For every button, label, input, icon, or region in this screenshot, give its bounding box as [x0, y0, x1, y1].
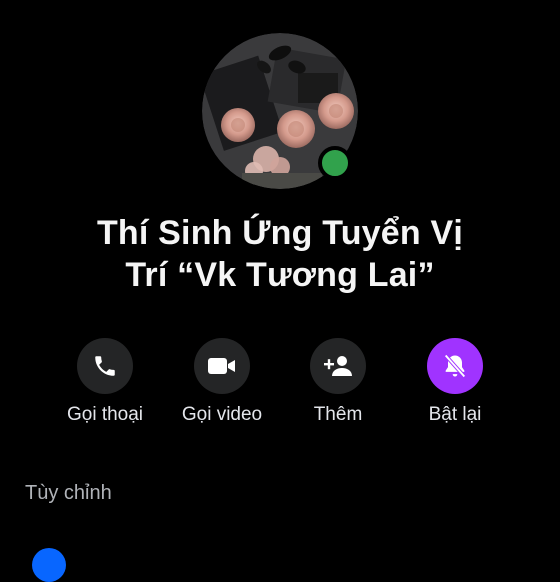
- voice-call-button[interactable]: Gọi thoại: [45, 338, 165, 426]
- unmute-label: Bật lại: [428, 404, 482, 425]
- online-status-indicator: [318, 146, 352, 180]
- video-call-circle[interactable]: [194, 338, 250, 394]
- theme-icon[interactable]: [32, 548, 66, 582]
- phone-icon: [95, 356, 115, 376]
- profile-avatar-container[interactable]: [202, 33, 358, 189]
- unmute-circle[interactable]: [427, 338, 483, 394]
- video-call-button[interactable]: Gọi video: [162, 338, 282, 426]
- customize-section-title: Tùy chỉnh: [25, 482, 112, 504]
- video-camera-icon: [208, 358, 235, 374]
- action-bar: Gọi thoại Gọi video Thêm Bật lại: [0, 338, 560, 438]
- add-person-icon: [324, 356, 352, 376]
- profile-name: Thí Sinh Ứng Tuyển Vị Trí “Vk Tương Lai”: [40, 212, 520, 296]
- profile-name-line2: Trí “Vk Tương Lai”: [125, 256, 435, 294]
- bell-muted-icon: [444, 354, 466, 378]
- add-people-button[interactable]: Thêm: [278, 338, 398, 426]
- voice-call-label: Gọi thoại: [66, 404, 144, 425]
- video-call-label: Gọi video: [181, 404, 263, 425]
- voice-call-circle[interactable]: [77, 338, 133, 394]
- profile-name-line1: Thí Sinh Ứng Tuyển Vị: [96, 214, 464, 252]
- add-people-label: Thêm: [313, 404, 363, 425]
- add-people-circle[interactable]: [310, 338, 366, 394]
- unmute-button[interactable]: Bật lại: [395, 338, 515, 426]
